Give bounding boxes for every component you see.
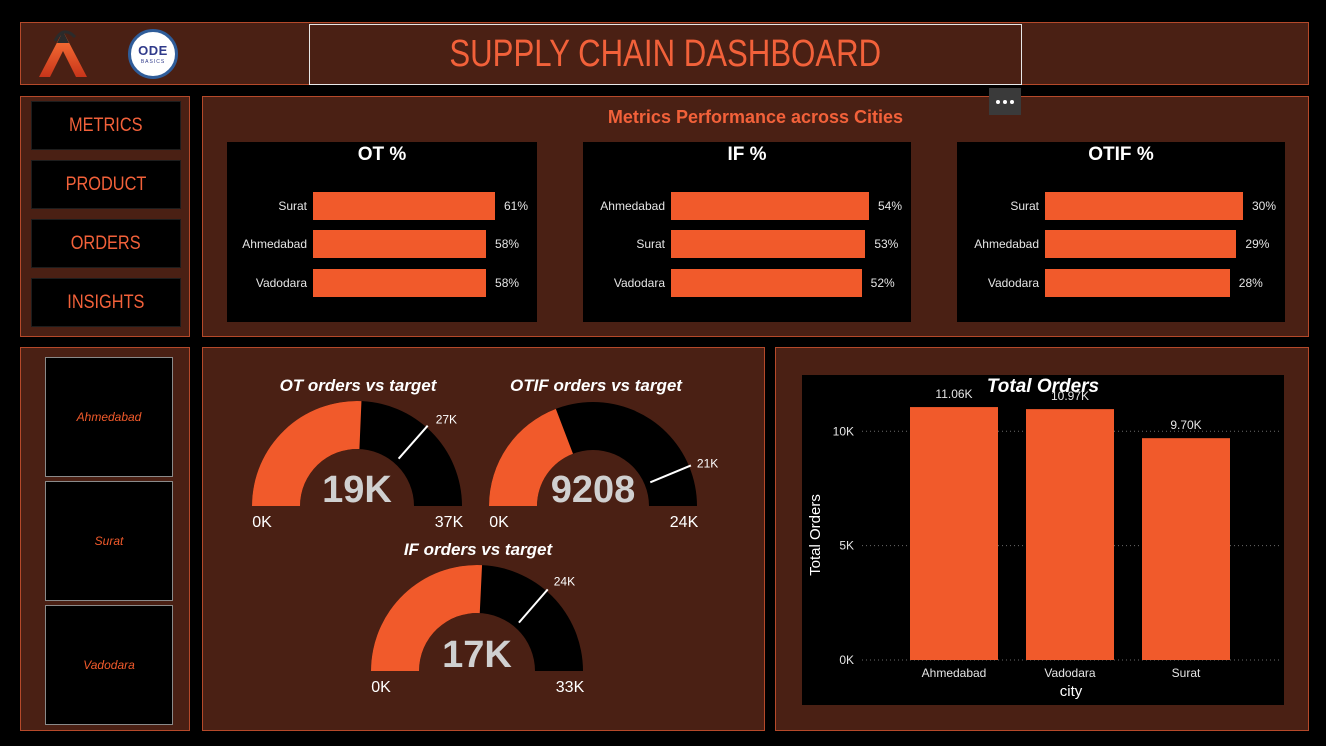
gauge-value-label: 9208 bbox=[551, 469, 636, 511]
bar-value-label: 9.70K bbox=[1170, 418, 1201, 432]
metrics-performance-panel: Metrics Performance across Cities OT % S… bbox=[202, 96, 1309, 337]
gauge-min-label: 0K bbox=[252, 514, 272, 531]
bar[interactable] bbox=[313, 192, 495, 220]
bar[interactable] bbox=[671, 269, 862, 297]
more-options-button[interactable] bbox=[989, 88, 1021, 115]
city-label: Ahmedabad bbox=[76, 410, 142, 424]
gauge-max-label: 37K bbox=[435, 514, 464, 531]
bar[interactable] bbox=[313, 230, 487, 258]
codebasics-logo-icon: ODE BASICS bbox=[128, 29, 178, 79]
city-button-surat[interactable]: Surat bbox=[45, 481, 173, 601]
bar-value-label: 53% bbox=[874, 237, 899, 251]
chart-title: IF % bbox=[727, 144, 767, 165]
nav-panel: METRICS PRODUCT ORDERS INSIGHTS bbox=[20, 96, 190, 337]
bar[interactable] bbox=[1045, 269, 1230, 297]
y-tick-label: 5K bbox=[839, 539, 854, 553]
gauge-max-label: 33K bbox=[556, 679, 585, 696]
total-orders-chart: Total Orders 0K 5K 10K 11.06K Ahmedabad 10.97K… bbox=[802, 375, 1284, 705]
dashboard-title-box: SUPPLY CHAIN DASHBOARD bbox=[309, 24, 1022, 85]
dot-icon bbox=[1010, 99, 1014, 104]
city-label: Vadodara bbox=[83, 658, 135, 672]
metrics-section-title: Metrics Performance across Cities bbox=[607, 107, 904, 127]
bar-category-label: Vadodara bbox=[987, 276, 1039, 290]
header-bar: ODE BASICS SUPPLY CHAIN DASHBOARD bbox=[20, 22, 1309, 85]
gauge-min-label: 0K bbox=[371, 679, 391, 696]
bar-value-label: 10.97K bbox=[1051, 389, 1089, 403]
nav-product-button[interactable]: PRODUCT bbox=[31, 160, 181, 209]
if-percent-chart: IF % Ahmedabad 54% Surat 53% Vadodara 52% bbox=[583, 142, 911, 322]
bar-value-label: 30% bbox=[1252, 199, 1277, 213]
bar-category-label: Ahmedabad bbox=[974, 237, 1039, 251]
bar-value-label: 11.06K bbox=[935, 387, 972, 401]
bar-category-label: Vadodara bbox=[255, 276, 307, 290]
y-tick-label: 0K bbox=[839, 653, 854, 667]
bar-category-label: Ahmedabad bbox=[600, 199, 665, 213]
total-orders-svg: Total Orders 0K 5K 10K 11.06K Ahmedabad 10.97K… bbox=[807, 376, 1280, 700]
bar-value-label: 52% bbox=[870, 276, 895, 290]
x-axis-label: city bbox=[1060, 683, 1083, 700]
gauges-panel: OT orders vs target 27K 19K 0K 37K 21K 9208 0… bbox=[202, 347, 765, 731]
if-orders-gauge: 24K 17K 0K 33K bbox=[371, 565, 585, 696]
gauge-target-label: 24K bbox=[554, 574, 575, 588]
bar[interactable] bbox=[1045, 230, 1237, 258]
bar-value-label: 29% bbox=[1245, 237, 1270, 251]
nav-label: ORDERS bbox=[71, 232, 141, 254]
ot-orders-gauge: 27K 19K 0K 37K bbox=[252, 401, 464, 531]
dot-icon bbox=[996, 99, 1000, 104]
bar-category-label: Surat bbox=[1010, 199, 1039, 213]
atliq-logo-icon bbox=[39, 30, 87, 77]
bar-category-label: Ahmedabad bbox=[242, 237, 307, 251]
bar-category-label: Surat bbox=[278, 199, 307, 213]
logo-text: ODE bbox=[138, 43, 168, 58]
nav-insights-button[interactable]: INSIGHTS bbox=[31, 278, 181, 327]
x-tick-label: Surat bbox=[1172, 666, 1201, 680]
gauge-min-label: 0K bbox=[489, 514, 509, 531]
city-label: Surat bbox=[94, 534, 124, 548]
bar[interactable] bbox=[671, 230, 866, 258]
bar-value-label: 61% bbox=[504, 199, 529, 213]
otif-percent-chart: OTIF % Surat 30% Ahmedabad 29% Vadodara 28% bbox=[957, 142, 1285, 322]
otif-gauge-title: OTIF orders vs target bbox=[510, 376, 682, 395]
bar[interactable] bbox=[910, 407, 998, 660]
gauge-target-label: 21K bbox=[697, 456, 718, 470]
bar-value-label: 58% bbox=[495, 237, 520, 251]
bar[interactable] bbox=[1026, 409, 1114, 660]
bar-category-label: Surat bbox=[636, 237, 665, 251]
x-tick-label: Vadodara bbox=[1044, 666, 1095, 680]
gauge-max-label: 24K bbox=[670, 514, 699, 531]
page-title: SUPPLY CHAIN DASHBOARD bbox=[449, 33, 882, 75]
bar[interactable] bbox=[313, 269, 487, 297]
dot-icon bbox=[1003, 99, 1007, 104]
bar-category-label: Vadodara bbox=[613, 276, 665, 290]
nav-metrics-button[interactable]: METRICS bbox=[31, 101, 181, 150]
gauge-value-label: 17K bbox=[442, 634, 512, 676]
bar[interactable] bbox=[1045, 192, 1243, 220]
nav-label: PRODUCT bbox=[65, 173, 147, 195]
chart-title: OT % bbox=[357, 144, 407, 165]
x-tick-label: Ahmedabad bbox=[922, 666, 987, 680]
bar-value-label: 58% bbox=[495, 276, 520, 290]
y-axis-label: Total Orders bbox=[807, 494, 824, 576]
otif-orders-gauge: 21K 9208 0K 24K bbox=[489, 402, 718, 531]
city-button-vadodara[interactable]: Vadodara bbox=[45, 605, 173, 725]
chart-title: OTIF % bbox=[1088, 144, 1154, 165]
gauge-target-label: 27K bbox=[436, 413, 457, 427]
bar-value-label: 54% bbox=[878, 199, 903, 213]
nav-label: INSIGHTS bbox=[67, 291, 145, 313]
logo-subtext: BASICS bbox=[140, 59, 166, 65]
city-button-ahmedabad[interactable]: Ahmedabad bbox=[45, 357, 173, 477]
nav-label: METRICS bbox=[69, 114, 143, 136]
ot-percent-chart: OT % Surat 61% Ahmedabad 58% Vadodara 58% bbox=[227, 142, 537, 322]
bar[interactable] bbox=[1142, 438, 1230, 660]
city-slicer-panel: Ahmedabad Surat Vadodara bbox=[20, 347, 190, 731]
if-gauge-title: IF orders vs target bbox=[403, 540, 553, 559]
bar-value-label: 28% bbox=[1238, 276, 1263, 290]
gauge-value-label: 19K bbox=[322, 469, 392, 511]
y-tick-label: 10K bbox=[833, 424, 854, 438]
bar[interactable] bbox=[671, 192, 869, 220]
total-orders-panel: Total Orders 0K 5K 10K 11.06K Ahmedabad 10.97K… bbox=[775, 347, 1309, 731]
nav-orders-button[interactable]: ORDERS bbox=[31, 219, 181, 268]
